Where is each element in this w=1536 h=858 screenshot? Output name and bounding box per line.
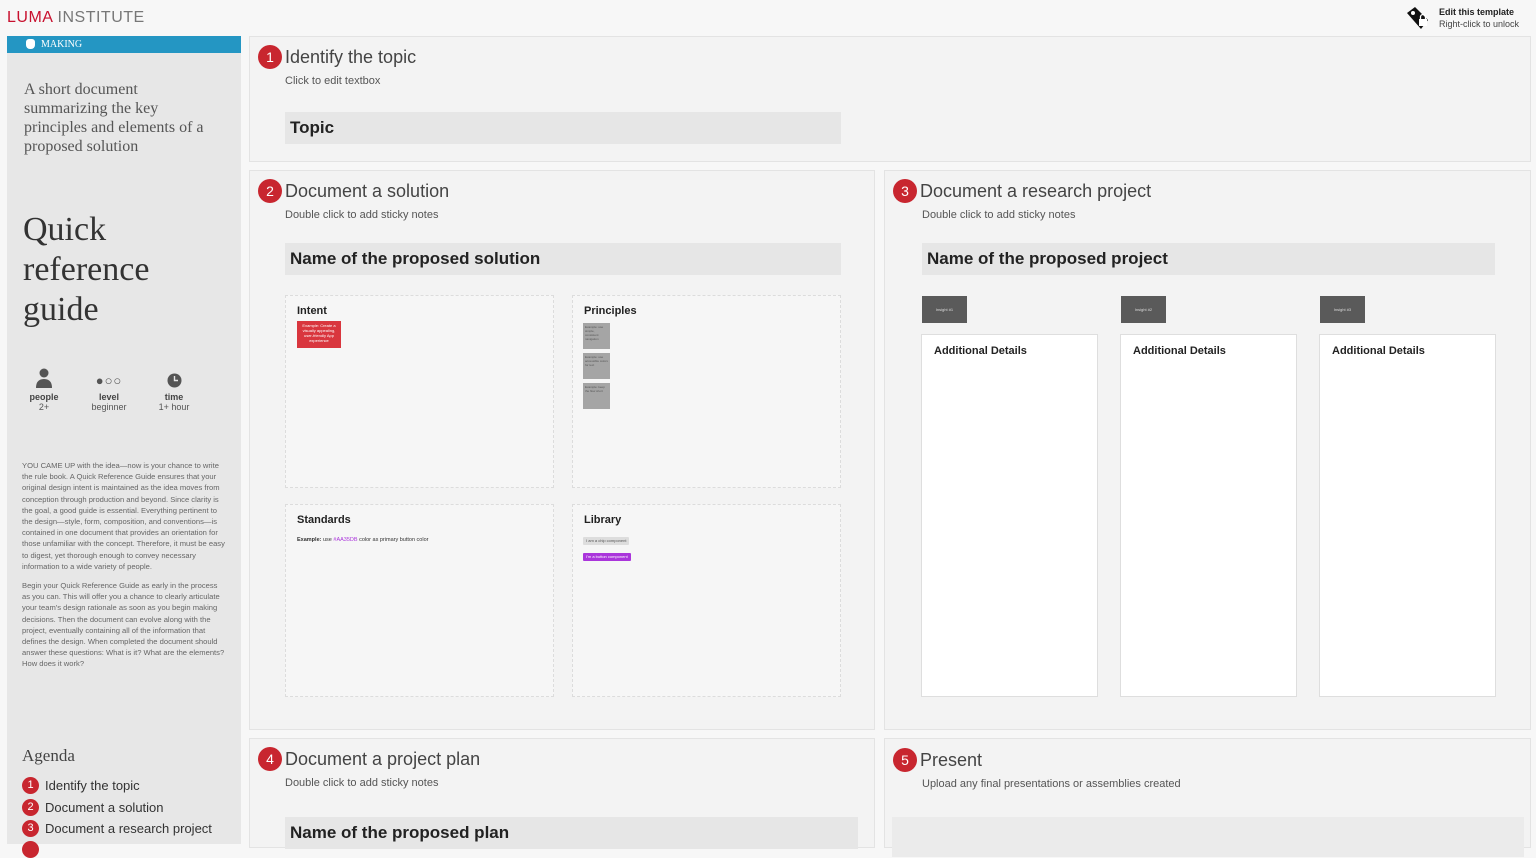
- details-column[interactable]: Additional Details: [921, 334, 1098, 697]
- sidebar: MAKING A short document summarizing the …: [7, 36, 241, 858]
- example-pre: use: [321, 537, 334, 543]
- person-icon: [36, 368, 52, 388]
- agenda-label: Document a solution: [45, 800, 164, 815]
- section-project-plan: 4 Document a project plan Double click t…: [249, 738, 875, 849]
- section-title: Document a research project: [920, 181, 1152, 201]
- section-subtitle: Double click to add sticky notes: [922, 209, 1076, 221]
- edit-template-title: Edit this template: [1439, 7, 1515, 17]
- section-title: Document a solution: [285, 181, 450, 201]
- agenda-number: 1: [22, 777, 39, 794]
- standards-example: Example: use #AA35DB color as primary bu…: [297, 537, 428, 543]
- topic-textbox[interactable]: Topic: [285, 112, 841, 144]
- meta-level-key: level: [98, 392, 120, 402]
- insight-note[interactable]: Insight #1: [922, 296, 967, 323]
- agenda-number: 2: [22, 799, 39, 816]
- section-title: Present: [920, 750, 983, 770]
- section-document-solution: 2 Document a solution Double click to ad…: [249, 170, 875, 730]
- section-title: Identify the topic: [285, 47, 417, 67]
- details-column[interactable]: Additional Details: [1319, 334, 1496, 697]
- section-document-research: 3 Document a research project Double cli…: [884, 170, 1531, 730]
- sticky-note[interactable]: Example: Create a visually appealing, us…: [297, 321, 341, 348]
- section-subtitle: Double click to add sticky notes: [285, 209, 439, 221]
- agenda-label: Identify the topic: [45, 778, 140, 793]
- button-component[interactable]: I'm a button component: [583, 553, 631, 561]
- example-color: #AA35DB: [333, 537, 358, 543]
- meta-people-value: 2+: [38, 402, 50, 412]
- card-heading: Additional Details: [1332, 345, 1425, 357]
- example-label: Example:: [297, 537, 322, 543]
- body-paragraph: YOU CAME UP with the idea—now is your ch…: [22, 461, 225, 571]
- standards-card[interactable]: Standards Example: use #AA35DB color as …: [285, 504, 554, 697]
- section-subtitle: Upload any final presentations or assemb…: [922, 778, 1181, 790]
- upload-area[interactable]: [892, 817, 1524, 857]
- section-identify-topic: 1 Identify the topic Click to edit textb…: [249, 36, 1531, 162]
- level-dots-icon: ●○○: [95, 373, 123, 388]
- section-subtitle: Double click to add sticky notes: [285, 777, 439, 789]
- meta-level: ●○○ level beginner: [79, 366, 139, 412]
- method-body: YOU CAME UP with the idea—now is your ch…: [22, 460, 225, 678]
- meta-time-key: time: [164, 392, 184, 402]
- sticky-note[interactable]: Example: use accessible colors for text: [583, 353, 610, 379]
- edit-template-hint: Right-click to unlock: [1439, 19, 1520, 29]
- section-number: 4: [258, 747, 282, 771]
- section-number: 1: [258, 45, 282, 69]
- luma-logo: LUMA INSTITUTE: [7, 9, 145, 27]
- details-column[interactable]: Additional Details: [1120, 334, 1297, 697]
- section-number: 5: [893, 748, 917, 772]
- agenda-label: Document a research project: [45, 821, 212, 836]
- meta-level-value: beginner: [91, 402, 127, 412]
- agenda-item-2[interactable]: 2 Document a solution: [22, 799, 164, 816]
- section-title: Document a project plan: [285, 749, 481, 769]
- sticky-note[interactable]: Example: use simple, consistent navigati…: [583, 323, 610, 349]
- chip-component[interactable]: I am a chip component: [583, 537, 630, 545]
- section-number: 3: [893, 179, 917, 203]
- section-present: 5 Present Upload any final presentations…: [884, 738, 1531, 857]
- category-bar: MAKING: [7, 36, 241, 53]
- intent-card[interactable]: Intent Example: Create a visually appeal…: [285, 295, 554, 488]
- agenda-item-1[interactable]: 1 Identify the topic: [22, 777, 140, 794]
- sticky-note[interactable]: Example: keep the flow short: [583, 383, 610, 409]
- method-title: Quick reference guide: [23, 211, 150, 328]
- card-heading: Intent: [297, 305, 327, 317]
- logo-secondary: INSTITUTE: [52, 9, 145, 26]
- example-post: color as primary button color: [357, 537, 429, 543]
- agenda-title: Agenda: [22, 746, 75, 765]
- agenda-item-3[interactable]: 3 Document a research project: [22, 820, 212, 837]
- body-paragraph: Begin your Quick Reference Guide as earl…: [22, 581, 225, 669]
- method-description: A short document summarizing the key pri…: [24, 81, 204, 155]
- card-heading: Additional Details: [934, 345, 1027, 357]
- edit-template-button[interactable]: Edit this template Right-click to unlock: [1404, 4, 1528, 34]
- meta-time: time 1+ hour: [144, 366, 204, 412]
- section-number: 2: [258, 179, 282, 203]
- meta-people-key: people: [29, 392, 59, 402]
- category-label: MAKING: [41, 39, 83, 50]
- solution-name-textbox[interactable]: Name of the proposed solution: [285, 243, 841, 275]
- card-heading: Standards: [297, 514, 351, 526]
- meta-people: people 2+: [14, 366, 74, 412]
- insight-note[interactable]: Insight #3: [1320, 296, 1365, 323]
- hand-icon: [26, 39, 35, 49]
- agenda-number: 3: [22, 820, 39, 837]
- project-name-textbox[interactable]: Name of the proposed project: [922, 243, 1495, 275]
- card-heading: Library: [584, 514, 622, 526]
- library-card[interactable]: Library I am a chip component I'm a butt…: [572, 504, 841, 697]
- insight-note[interactable]: Insight #2: [1121, 296, 1166, 323]
- lock-tag-icon: [1407, 7, 1428, 29]
- clock-icon: [167, 373, 181, 388]
- principles-card[interactable]: Principles Example: use simple, consiste…: [572, 295, 841, 488]
- card-heading: Principles: [584, 305, 637, 317]
- section-subtitle: Click to edit textbox: [285, 75, 381, 87]
- meta-time-value: 1+ hour: [158, 402, 190, 412]
- logo-primary: LUMA: [7, 9, 53, 26]
- card-heading: Additional Details: [1133, 345, 1226, 357]
- plan-name-textbox[interactable]: Name of the proposed plan: [285, 817, 858, 849]
